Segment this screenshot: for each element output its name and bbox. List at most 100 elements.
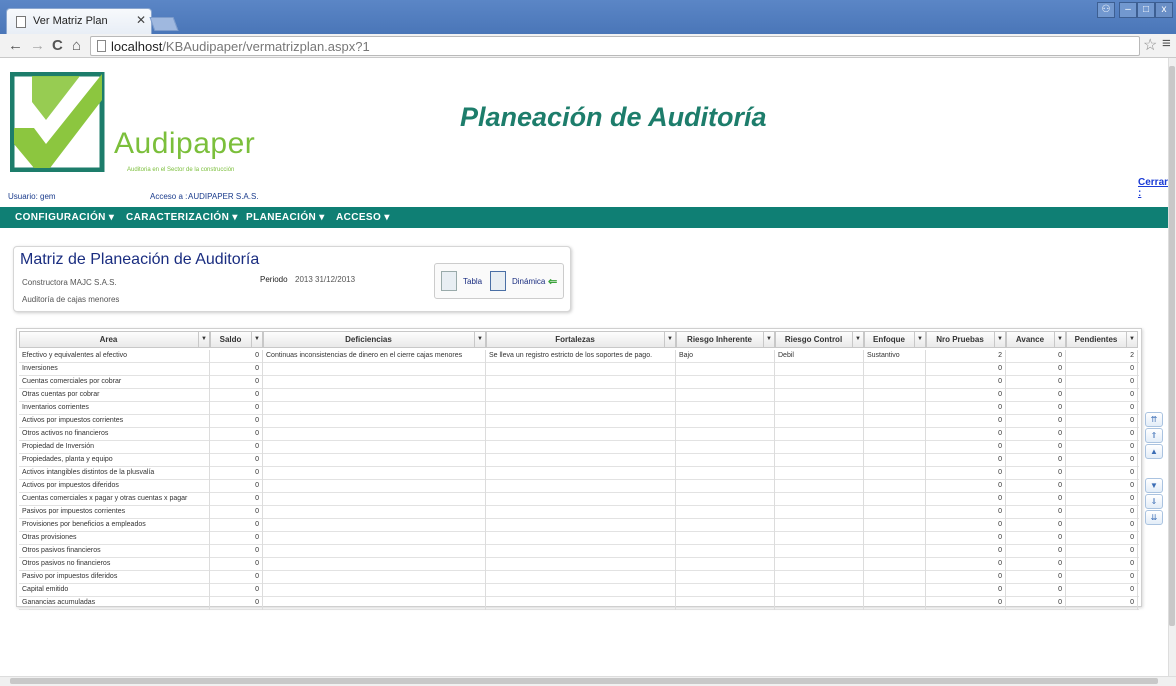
table-row[interactable]: Otras cuentas por cobrar 0 0 0 0	[19, 389, 1139, 402]
access-label: Acceso a :	[150, 192, 188, 201]
table-row[interactable]: Activos por impuestos diferidos 0 0 0 0	[19, 480, 1139, 493]
column-filter-dropdown-icon[interactable]: ▼	[1054, 332, 1065, 347]
column-filter-dropdown-icon[interactable]: ▼	[914, 332, 925, 347]
maximize-icon[interactable]: □	[1137, 2, 1155, 18]
cell-nro-pruebas: 0	[926, 428, 1006, 441]
table-row[interactable]: Propiedades, planta y equipo 0 0 0 0	[19, 454, 1139, 467]
back-arrow-icon[interactable]: ⇐	[548, 275, 557, 288]
forward-icon[interactable]: →	[30, 37, 45, 54]
column-header-fortalezas[interactable]: Fortalezas ▼	[486, 331, 676, 348]
table-row[interactable]: Otras provisiones 0 0 0 0	[19, 532, 1139, 545]
dynamic-view-link[interactable]: Dinámica	[512, 277, 545, 286]
menu-configuracion[interactable]: CONFIGURACIÓN ▾	[15, 212, 114, 223]
cell-area: Activos por impuestos diferidos	[19, 480, 210, 493]
table-row[interactable]: Otros pasivos financieros 0 0 0 0	[19, 545, 1139, 558]
back-icon[interactable]: ←	[8, 37, 23, 54]
cell-fortalezas	[486, 415, 676, 428]
column-filter-dropdown-icon[interactable]: ▼	[198, 332, 209, 347]
table-row[interactable]: Efectivo y equivalentes al efectivo 0 Cont…	[19, 350, 1139, 363]
next-page-icon[interactable]: ⇓	[1145, 494, 1163, 509]
cell-saldo: 0	[210, 506, 263, 519]
column-header-nro-pruebas[interactable]: Nro Pruebas ▼	[926, 331, 1006, 348]
column-filter-dropdown-icon[interactable]: ▼	[474, 332, 485, 347]
logout-link[interactable]: Cerrar :	[1138, 177, 1168, 199]
home-icon[interactable]: ⌂	[72, 37, 81, 54]
table-row[interactable]: Activos intangibles distintos de la plus…	[19, 467, 1139, 480]
cell-deficiencias	[263, 441, 486, 454]
column-header-pendientes[interactable]: Pendientes ▼	[1066, 331, 1138, 348]
address-bar[interactable]: localhost/KBAudipaper/vermatrizplan.aspx…	[90, 36, 1140, 56]
profile-icon[interactable]: ⚇	[1097, 2, 1115, 18]
column-header-saldo[interactable]: Saldo ▼	[210, 331, 263, 348]
menu-acceso[interactable]: ACCESO ▾	[336, 212, 390, 223]
cell-riesgo-control	[775, 597, 864, 610]
close-icon[interactable]: ✕	[136, 13, 146, 27]
column-header-avance[interactable]: Avance ▼	[1006, 331, 1066, 348]
last-page-icon[interactable]: ⇊	[1145, 510, 1163, 525]
cell-deficiencias	[263, 402, 486, 415]
cell-saldo: 0	[210, 389, 263, 402]
horizontal-scroll-thumb[interactable]	[10, 678, 1158, 684]
cell-enfoque	[864, 467, 926, 480]
menu-planeacion[interactable]: PLANEACIÓN ▾	[246, 212, 325, 223]
cell-area: Propiedades, planta y equipo	[19, 454, 210, 467]
column-header-riesgo-control[interactable]: Riesgo Control ▼	[775, 331, 864, 348]
column-header-label: Nro Pruebas	[936, 335, 984, 344]
cell-riesgo-inherente	[676, 415, 775, 428]
column-header-enfoque[interactable]: Enfoque ▼	[864, 331, 926, 348]
previous-page-icon[interactable]: ⇑	[1145, 428, 1163, 443]
cell-nro-pruebas: 0	[926, 558, 1006, 571]
first-page-icon[interactable]: ⇈	[1145, 412, 1163, 427]
cell-deficiencias	[263, 480, 486, 493]
column-filter-dropdown-icon[interactable]: ▼	[852, 332, 863, 347]
cell-enfoque	[864, 389, 926, 402]
cell-area: Activos intangibles distintos de la plus…	[19, 467, 210, 480]
reload-icon[interactable]: C	[52, 37, 63, 54]
cell-riesgo-inherente	[676, 493, 775, 506]
cell-pendientes: 0	[1066, 441, 1138, 454]
cell-riesgo-inherente	[676, 597, 775, 610]
window-close-icon[interactable]: x	[1155, 2, 1173, 18]
column-header-riesgo-inherente[interactable]: Riesgo Inherente ▼	[676, 331, 775, 348]
table-row[interactable]: Provisiones por beneficios a empleados 0 0…	[19, 519, 1139, 532]
table-row[interactable]: Ganancias acumuladas 0 0 0 0	[19, 597, 1139, 610]
cell-riesgo-control	[775, 441, 864, 454]
cell-riesgo-inherente	[676, 467, 775, 480]
dynamic-view-icon[interactable]	[490, 271, 506, 291]
menu-caracterizacion[interactable]: CARACTERIZACIÓN ▾	[126, 212, 238, 223]
column-filter-dropdown-icon[interactable]: ▼	[664, 332, 675, 347]
cell-riesgo-control	[775, 584, 864, 597]
cell-pendientes: 0	[1066, 519, 1138, 532]
browser-menu-icon[interactable]: ≡	[1162, 35, 1171, 52]
cell-nro-pruebas: 0	[926, 532, 1006, 545]
column-filter-dropdown-icon[interactable]: ▼	[1126, 332, 1137, 347]
table-view-link[interactable]: Tabla	[463, 277, 482, 286]
minimize-icon[interactable]: –	[1119, 2, 1137, 18]
table-row[interactable]: Activos por impuestos corrientes 0 0 0 0	[19, 415, 1139, 428]
table-row[interactable]: Pasivos por impuestos corrientes 0 0 0 0	[19, 506, 1139, 519]
column-filter-dropdown-icon[interactable]: ▼	[994, 332, 1005, 347]
cell-riesgo-control	[775, 467, 864, 480]
cell-enfoque	[864, 480, 926, 493]
browser-tab[interactable]: Ver Matriz Plan ✕	[6, 8, 152, 34]
table-row[interactable]: Inventarios corrientes 0 0 0 0	[19, 402, 1139, 415]
bookmark-star-icon[interactable]: ☆	[1143, 35, 1157, 55]
scroll-down-icon[interactable]: ▼	[1145, 478, 1163, 493]
cell-deficiencias	[263, 415, 486, 428]
new-tab-button[interactable]	[149, 17, 179, 31]
table-view-icon[interactable]	[441, 271, 457, 291]
column-filter-dropdown-icon[interactable]: ▼	[251, 332, 262, 347]
column-filter-dropdown-icon[interactable]: ▼	[763, 332, 774, 347]
column-header-deficiencias[interactable]: Deficiencias ▼	[263, 331, 486, 348]
vertical-scroll-thumb[interactable]	[1169, 66, 1175, 626]
column-header-area[interactable]: Area ▼	[19, 331, 210, 348]
table-row[interactable]: Cuentas comerciales x pagar y otras cuen…	[19, 493, 1139, 506]
table-row[interactable]: Propiedad de Inversión 0 0 0 0	[19, 441, 1139, 454]
table-row[interactable]: Capital emitido 0 0 0 0	[19, 584, 1139, 597]
table-row[interactable]: Otros pasivos no financieros 0 0 0 0	[19, 558, 1139, 571]
table-row[interactable]: Pasivo por impuestos diferidos 0 0 0 0	[19, 571, 1139, 584]
table-row[interactable]: Cuentas comerciales por cobrar 0 0 0 0	[19, 376, 1139, 389]
table-row[interactable]: Inversiones 0 0 0 0	[19, 363, 1139, 376]
scroll-up-icon[interactable]: ▲	[1145, 444, 1163, 459]
table-row[interactable]: Otros activos no financieros 0 0 0 0	[19, 428, 1139, 441]
